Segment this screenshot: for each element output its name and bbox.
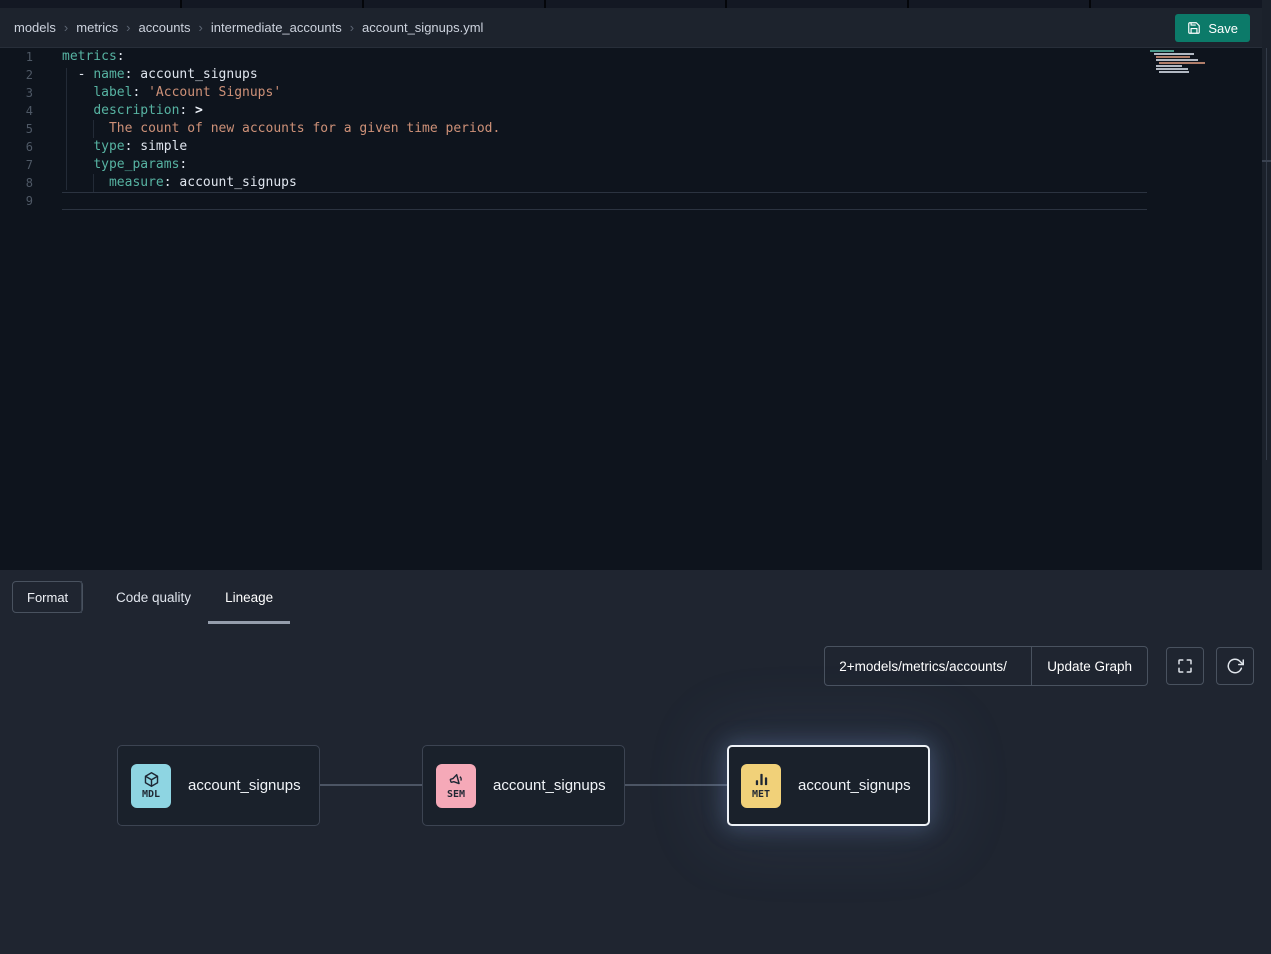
- top-tab[interactable]: [909, 0, 1089, 8]
- megaphone-icon: [448, 771, 465, 788]
- line-number: 3: [0, 84, 33, 102]
- line-number: 9: [0, 192, 33, 210]
- top-tab[interactable]: [0, 0, 180, 8]
- code-line: 1 metrics:: [0, 48, 1262, 66]
- code-line: 8 measure: account_signups: [0, 174, 1262, 192]
- lineage-edge: [625, 784, 727, 786]
- node-type-tile: SEM: [436, 764, 476, 808]
- code-text: - name: account_signups: [62, 66, 258, 84]
- code-text: description: >: [62, 102, 203, 120]
- node-type-tile: MET: [741, 764, 781, 808]
- node-label: account_signups: [798, 777, 911, 794]
- breadcrumb-item[interactable]: metrics: [76, 20, 118, 35]
- cube-icon: [143, 771, 160, 788]
- node-type-label: MET: [752, 789, 770, 800]
- lineage-graph: MDL account_signups SEM account_signups MET a…: [0, 570, 1271, 954]
- code-text: type_params:: [62, 156, 187, 174]
- code-text: label: 'Account Signups': [62, 84, 281, 102]
- breadcrumb-bar: models›metrics›accounts›intermediate_acc…: [0, 8, 1262, 48]
- breadcrumb-separator: ›: [56, 20, 76, 35]
- indent-guide: [93, 120, 94, 138]
- save-label: Save: [1208, 21, 1238, 36]
- line-number: 1: [0, 48, 33, 66]
- code-line: 6 type: simple: [0, 138, 1262, 156]
- code-line: 5 The count of new accounts for a given …: [0, 120, 1262, 138]
- node-type-label: SEM: [447, 789, 465, 800]
- line-number: 6: [0, 138, 33, 156]
- save-button[interactable]: Save: [1175, 14, 1250, 42]
- line-number: 4: [0, 102, 33, 120]
- minimap[interactable]: [1150, 50, 1212, 74]
- line-number: 5: [0, 120, 33, 138]
- indent-guide: [66, 68, 67, 190]
- bottom-panel: Format Code quality Lineage Update Graph: [0, 570, 1271, 954]
- top-tab[interactable]: [1091, 0, 1271, 8]
- code-line: 3 label: 'Account Signups': [0, 84, 1262, 102]
- code-line: 7 type_params:: [0, 156, 1262, 174]
- lineage-node-mdl[interactable]: MDL account_signups: [117, 745, 320, 826]
- top-tab[interactable]: [727, 0, 907, 8]
- active-line-highlight: [62, 192, 1147, 210]
- top-tab[interactable]: [546, 0, 726, 8]
- line-number: 2: [0, 66, 33, 84]
- breadcrumb-item[interactable]: models: [14, 20, 56, 35]
- code-line: 4 description: >: [0, 102, 1262, 120]
- lineage-node-met[interactable]: MET account_signups: [727, 745, 930, 826]
- scrollbar-track-line: [1266, 48, 1267, 460]
- top-tab-strip: [0, 0, 1271, 8]
- line-number: 8: [0, 174, 33, 192]
- breadcrumb-item[interactable]: accounts: [139, 20, 191, 35]
- editor-scrollbar[interactable]: [1262, 0, 1271, 570]
- lineage-edge: [320, 784, 422, 786]
- indent-guide: [93, 174, 94, 192]
- code-text: measure: account_signups: [62, 174, 297, 192]
- bar-chart-icon: [753, 771, 770, 788]
- node-type-label: MDL: [142, 789, 160, 800]
- scrollbar-thumb-mark[interactable]: [1262, 160, 1271, 162]
- breadcrumb-separator: ›: [191, 20, 211, 35]
- code-text: The count of new accounts for a given ti…: [62, 120, 500, 138]
- floppy-icon: [1187, 21, 1201, 35]
- code-text: type: simple: [62, 138, 187, 156]
- node-label: account_signups: [493, 777, 606, 794]
- top-tab[interactable]: [182, 0, 362, 8]
- breadcrumb-separator: ›: [342, 20, 362, 35]
- node-type-tile: MDL: [131, 764, 171, 808]
- top-tab[interactable]: [364, 0, 544, 8]
- breadcrumb: models›metrics›accounts›intermediate_acc…: [14, 20, 483, 35]
- code-text: metrics:: [62, 48, 125, 66]
- breadcrumb-separator: ›: [118, 20, 138, 35]
- breadcrumb-item[interactable]: intermediate_accounts: [211, 20, 342, 35]
- lineage-node-sem[interactable]: SEM account_signups: [422, 745, 625, 826]
- code-editor[interactable]: 1metrics:2 - name: account_signups3 labe…: [0, 48, 1262, 570]
- breadcrumb-item[interactable]: account_signups.yml: [362, 20, 483, 35]
- code-lines: 1metrics:2 - name: account_signups3 labe…: [0, 48, 1262, 210]
- line-number: 7: [0, 156, 33, 174]
- node-label: account_signups: [188, 777, 301, 794]
- code-line: 2 - name: account_signups: [0, 66, 1262, 84]
